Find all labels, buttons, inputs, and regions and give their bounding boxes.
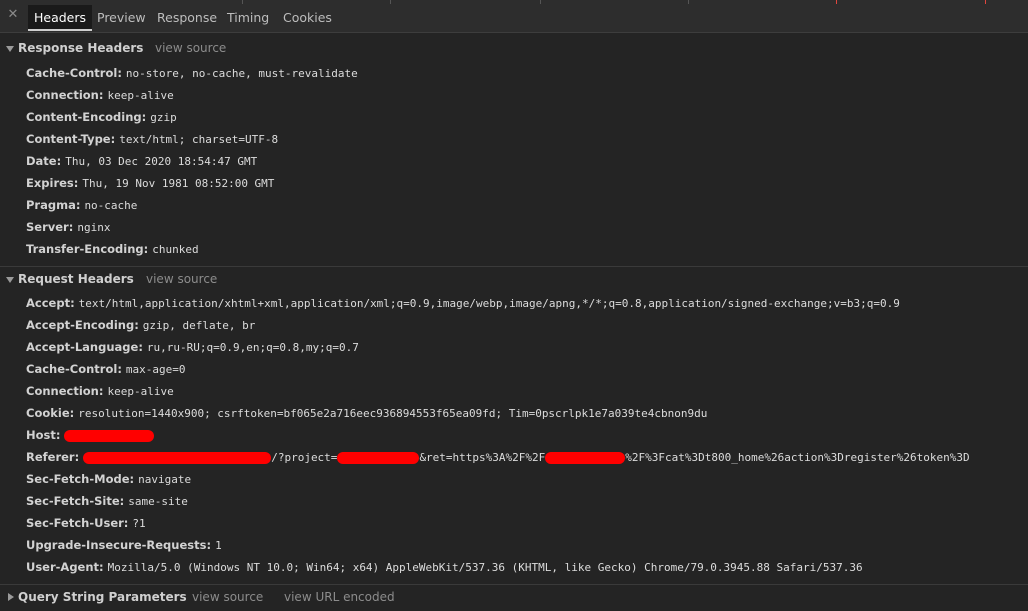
redacted-value — [545, 451, 626, 464]
header-row: Cache-Control: max-age=0 — [26, 360, 186, 378]
header-value: keep-alive — [107, 89, 174, 102]
timeline-tick — [836, 0, 837, 4]
header-value: nginx — [77, 221, 111, 234]
header-row: Connection: keep-alive — [26, 86, 174, 104]
header-name: Cache-Control: — [26, 66, 122, 80]
header-row: Sec-Fetch-User: ?1 — [26, 514, 146, 532]
header-value: same-site — [128, 495, 188, 508]
header-row: Referer: /?project= &ret=https%3A%2F%2F %2F… — [26, 448, 970, 466]
view-source-link[interactable]: view source — [155, 41, 226, 55]
header-name: Date: — [26, 154, 62, 168]
redacted-value — [83, 451, 272, 464]
header-name: Cache-Control: — [26, 362, 122, 376]
header-row: Accept-Encoding: gzip, deflate, br — [26, 316, 255, 334]
header-row: Server: nginx — [26, 218, 110, 236]
section-title: Response Headers — [18, 41, 144, 55]
close-icon[interactable]: ✕ — [6, 8, 20, 22]
header-name: Content-Encoding: — [26, 110, 147, 124]
header-row: Sec-Fetch-Site: same-site — [26, 492, 188, 510]
header-row: Sec-Fetch-Mode: navigate — [26, 470, 191, 488]
header-row: User-Agent: Mozilla/5.0 (Windows NT 10.0;… — [26, 558, 863, 576]
tab-preview[interactable]: Preview — [91, 5, 152, 31]
section-title: Query String Parameters — [18, 590, 187, 604]
tab-response[interactable]: Response — [151, 5, 223, 31]
header-name: Connection: — [26, 88, 104, 102]
header-value: ?1 — [132, 517, 146, 530]
header-value: max-age=0 — [125, 363, 186, 376]
header-value: resolution=1440x900; csrftoken=bf065e2a7… — [78, 407, 708, 420]
expand-triangle-icon[interactable] — [6, 277, 14, 283]
header-row: Content-Type: text/html; charset=UTF-8 — [26, 130, 278, 148]
header-name: Cookie: — [26, 406, 75, 420]
header-value: text/html,application/xhtml+xml,applicat… — [78, 297, 900, 310]
timeline-tick — [985, 0, 986, 4]
header-name: Accept-Language: — [26, 340, 143, 354]
referer-part: %2F%3Fcat%3Dt800_home%26action%3Dregiste… — [625, 451, 970, 464]
header-value: 1 — [215, 539, 222, 552]
timeline-tick — [390, 0, 391, 4]
expand-triangle-icon[interactable] — [6, 46, 14, 52]
header-name: Upgrade-Insecure-Requests: — [26, 538, 212, 552]
header-value: no-store, no-cache, must-revalidate — [125, 67, 358, 80]
referer-part: &ret=https%3A%2F%2F — [419, 451, 546, 464]
header-name: Sec-Fetch-Mode: — [26, 472, 135, 486]
header-row: Connection: keep-alive — [26, 382, 174, 400]
timeline-tick — [242, 0, 243, 4]
header-row: Transfer-Encoding: chunked — [26, 240, 199, 258]
header-value: ru,ru-RU;q=0.9,en;q=0.8,my;q=0.7 — [146, 341, 359, 354]
header-row: Host: — [26, 426, 155, 444]
tab-bar: ✕ Headers Preview Response Timing Cookie… — [0, 0, 1028, 33]
header-row: Expires: Thu, 19 Nov 1981 08:52:00 GMT — [26, 174, 274, 192]
header-name: Transfer-Encoding: — [26, 242, 149, 256]
header-name: Referer: — [26, 450, 80, 464]
header-value: gzip, deflate, br — [142, 319, 256, 332]
timeline-tick — [688, 0, 689, 4]
header-row: Accept: text/html,application/xhtml+xml,a… — [26, 294, 900, 312]
timeline-tick — [540, 0, 541, 4]
header-value: gzip — [150, 111, 177, 124]
view-source-link[interactable]: view source — [146, 272, 217, 286]
header-value: Mozilla/5.0 (Windows NT 10.0; Win64; x64… — [107, 561, 863, 574]
header-value: Thu, 19 Nov 1981 08:52:00 GMT — [82, 177, 275, 190]
redacted-value — [64, 429, 155, 442]
header-value: text/html; charset=UTF-8 — [119, 133, 279, 146]
header-name: Host: — [26, 428, 61, 442]
header-row: Pragma: no-cache — [26, 196, 137, 214]
tab-cookies[interactable]: Cookies — [277, 5, 338, 31]
tab-timing[interactable]: Timing — [221, 5, 275, 31]
collapsed-triangle-icon[interactable] — [8, 593, 14, 601]
view-source-link[interactable]: view source — [192, 590, 263, 604]
section-title: Request Headers — [18, 272, 134, 286]
query-string-section-header[interactable]: Query String Parameters view source view… — [0, 584, 1028, 611]
header-value: keep-alive — [107, 385, 174, 398]
header-value: no-cache — [84, 199, 138, 212]
header-name: Server: — [26, 220, 74, 234]
tab-headers[interactable]: Headers — [28, 5, 93, 31]
header-name: Sec-Fetch-Site: — [26, 494, 125, 508]
header-value: Thu, 03 Dec 2020 18:54:47 GMT — [65, 155, 258, 168]
header-row: Cookie: resolution=1440x900; csrftoken=bf… — [26, 404, 707, 422]
header-row: Accept-Language: ru,ru-RU;q=0.9,en;q=0.8,… — [26, 338, 359, 356]
request-headers-section-header[interactable]: Request Headers view source — [0, 266, 1028, 293]
header-row: Date: Thu, 03 Dec 2020 18:54:47 GMT — [26, 152, 257, 170]
header-name: Sec-Fetch-User: — [26, 516, 129, 530]
header-value: chunked — [152, 243, 199, 256]
header-name: Accept-Encoding: — [26, 318, 139, 332]
header-name: User-Agent: — [26, 560, 104, 574]
header-name: Pragma: — [26, 198, 81, 212]
referer-part: /?project= — [271, 451, 338, 464]
header-row: Content-Encoding: gzip — [26, 108, 177, 126]
response-headers-section-header[interactable]: Response Headers view source — [0, 36, 1028, 62]
header-name: Accept: — [26, 296, 75, 310]
header-value: navigate — [138, 473, 192, 486]
header-name: Expires: — [26, 176, 79, 190]
header-name: Connection: — [26, 384, 104, 398]
redacted-value — [337, 451, 420, 464]
header-row: Cache-Control: no-store, no-cache, must-r… — [26, 64, 358, 82]
view-url-encoded-link[interactable]: view URL encoded — [284, 590, 395, 604]
header-row: Upgrade-Insecure-Requests: 1 — [26, 536, 222, 554]
header-name: Content-Type: — [26, 132, 116, 146]
